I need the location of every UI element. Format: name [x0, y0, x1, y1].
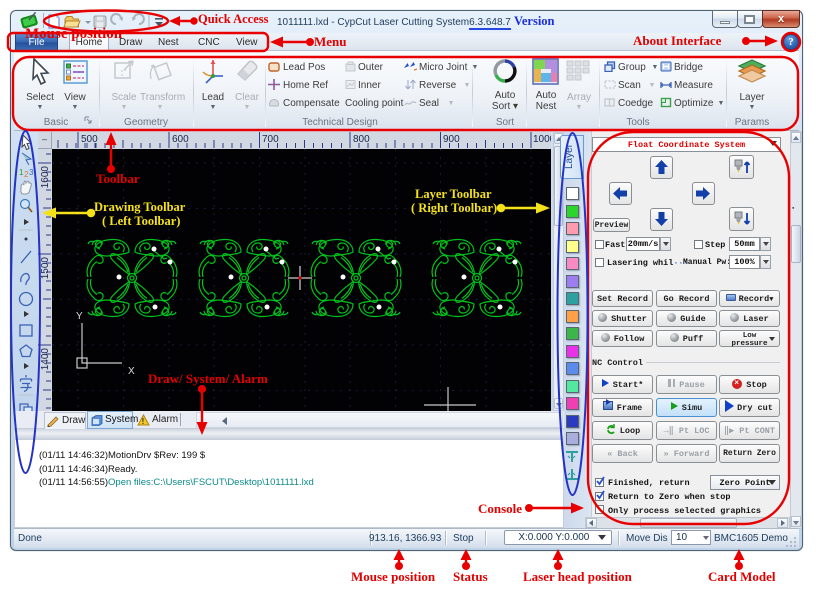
- svg-text:700: 700: [262, 134, 279, 145]
- svg-text:1600: 1600: [40, 166, 51, 189]
- svg-text:Y: Y: [76, 311, 83, 322]
- svg-text:1500: 1500: [40, 257, 51, 280]
- svg-text:500: 500: [81, 134, 98, 145]
- svg-text:!: !: [142, 417, 145, 426]
- svg-text:800: 800: [353, 134, 370, 145]
- svg-text:600: 600: [172, 134, 189, 145]
- svg-text:3: 3: [29, 168, 34, 177]
- svg-text:1400: 1400: [40, 348, 51, 371]
- svg-text:X: X: [128, 366, 135, 377]
- svg-text:900: 900: [443, 134, 460, 145]
- svg-text:1000: 1000: [533, 134, 551, 145]
